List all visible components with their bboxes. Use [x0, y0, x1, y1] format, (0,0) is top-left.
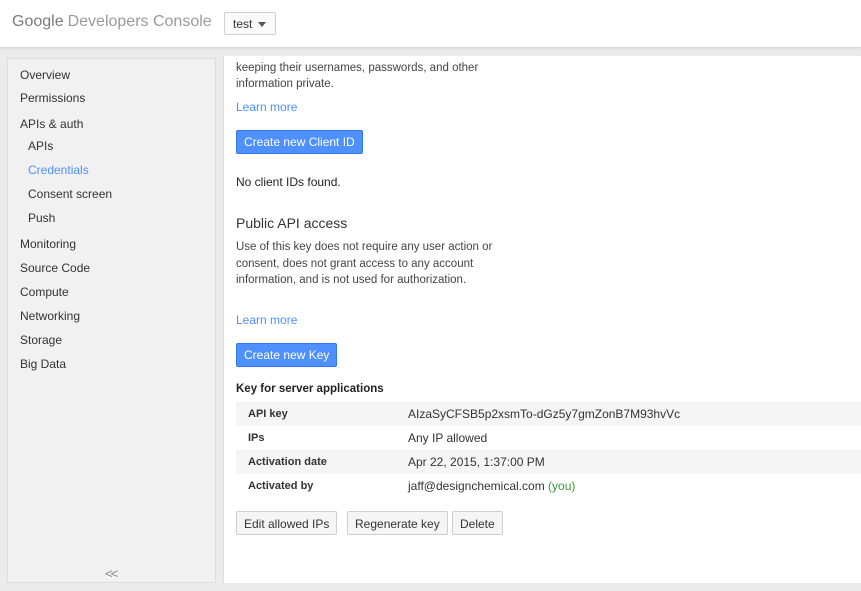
- create-client-id-button[interactable]: Create new Client ID: [236, 130, 363, 154]
- sidebar-item-compute[interactable]: Compute: [20, 285, 69, 299]
- sidebar-item-consent-screen[interactable]: Consent screen: [28, 187, 112, 201]
- no-client-ids-message: No client IDs found.: [236, 175, 341, 189]
- create-new-key-button[interactable]: Create new Key: [236, 343, 338, 367]
- public-api-description: Use of this key does not require any use…: [236, 241, 493, 286]
- ips-label: IPs: [248, 432, 265, 444]
- table-row: IPs Any IP allowed: [236, 426, 861, 450]
- table-row: Activation date Apr 22, 2015, 1:37:00 PM: [236, 450, 861, 474]
- oauth-description-clipped: keeping their usernames, passwords, and …: [236, 56, 506, 93]
- sidebar-item-storage[interactable]: Storage: [20, 333, 62, 347]
- project-selector-value: test: [233, 17, 253, 31]
- public-api-access-heading: Public API access: [236, 215, 348, 231]
- activated-by-label: Activated by: [248, 480, 314, 492]
- sidebar-item-apis-auth[interactable]: APIs & auth: [20, 117, 83, 131]
- api-key-label: API key: [248, 408, 288, 420]
- api-key-value[interactable]: AIzaSyCFSB5p2xsmTo-dGz5y7gmZonB7M93hvVc: [408, 407, 680, 421]
- you-badge: (you): [548, 479, 576, 493]
- sidebar-item-monitoring[interactable]: Monitoring: [20, 237, 76, 251]
- app-logo[interactable]: Google Developers Console: [12, 13, 212, 31]
- main-content: keeping their usernames, passwords, and …: [223, 56, 861, 583]
- dropdown-caret-icon: [258, 22, 266, 27]
- sidebar-item-networking[interactable]: Networking: [20, 309, 80, 323]
- activation-date-label: Activation date: [248, 456, 327, 468]
- collapse-sidebar-icon[interactable]: <<: [105, 566, 118, 581]
- sidebar-item-permissions[interactable]: Permissions: [20, 91, 85, 105]
- delete-key-button[interactable]: Delete: [452, 511, 503, 535]
- sidebar-item-credentials[interactable]: Credentials: [28, 163, 89, 177]
- sidebar-item-overview[interactable]: Overview: [20, 68, 70, 82]
- ips-value: Any IP allowed: [408, 431, 488, 445]
- sidebar-item-big-data[interactable]: Big Data: [20, 357, 66, 371]
- sidebar-nav: Overview Permissions APIs & auth APIs Cr…: [7, 58, 216, 583]
- sidebar-item-source-code[interactable]: Source Code: [20, 261, 90, 275]
- activated-by-value: jaff@designchemical.com (you): [408, 479, 575, 493]
- table-row: Activated by jaff@designchemical.com (yo…: [236, 474, 861, 498]
- activation-date-value: Apr 22, 2015, 1:37:00 PM: [408, 455, 545, 469]
- regenerate-key-button[interactable]: Regenerate key: [347, 511, 448, 535]
- logo-product-name: Developers Console: [67, 13, 212, 30]
- oauth-description: keeping their usernames, passwords, and …: [236, 61, 479, 91]
- sidebar-item-apis[interactable]: APIs: [28, 139, 53, 153]
- server-key-heading: Key for server applications: [236, 383, 384, 395]
- edit-allowed-ips-button[interactable]: Edit allowed IPs: [236, 511, 338, 535]
- activated-by-email: jaff@designchemical.com: [408, 479, 545, 493]
- oauth-learn-more-link[interactable]: Learn more: [236, 100, 297, 114]
- project-selector[interactable]: test: [224, 12, 276, 35]
- sidebar-item-push[interactable]: Push: [28, 211, 55, 225]
- table-row: API key AIzaSyCFSB5p2xsmTo-dGz5y7gmZonB7…: [236, 402, 861, 426]
- top-bar: Google Developers Console test: [0, 0, 861, 48]
- public-api-learn-more-link[interactable]: Learn more: [236, 313, 297, 327]
- logo-google: Google: [12, 13, 64, 30]
